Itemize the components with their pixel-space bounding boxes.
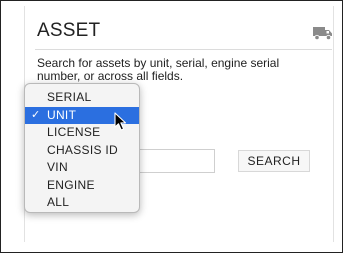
dropdown-option-vin[interactable]: VIN	[25, 159, 139, 177]
option-label: ENGINE	[47, 177, 95, 192]
option-label: UNIT	[47, 107, 77, 122]
option-label: VIN	[47, 160, 68, 174]
option-label: SERIAL	[47, 90, 92, 104]
title-divider	[35, 49, 332, 50]
option-label: LICENSE	[47, 125, 101, 139]
checkmark-icon: ✓	[31, 108, 41, 121]
panel-title: ASSET	[37, 20, 101, 41]
dropdown-option-serial[interactable]: SERIAL	[25, 89, 139, 107]
option-label: ALL	[47, 195, 70, 209]
search-field-dropdown: SERIAL ✓ UNIT LICENSE CHASSIS ID VIN ENG…	[24, 83, 140, 213]
dropdown-option-all[interactable]: ALL	[25, 194, 139, 212]
option-label: CHASSIS ID	[47, 142, 119, 157]
mouse-pointer-icon	[114, 112, 127, 131]
dropdown-option-chassis-id[interactable]: CHASSIS ID	[25, 142, 139, 160]
truck-icon	[313, 27, 332, 41]
panel-description: Search for assets by unit, serial, engin…	[37, 56, 280, 83]
search-button[interactable]: SEARCH	[238, 150, 310, 172]
dropdown-option-engine[interactable]: ENGINE	[25, 177, 139, 195]
